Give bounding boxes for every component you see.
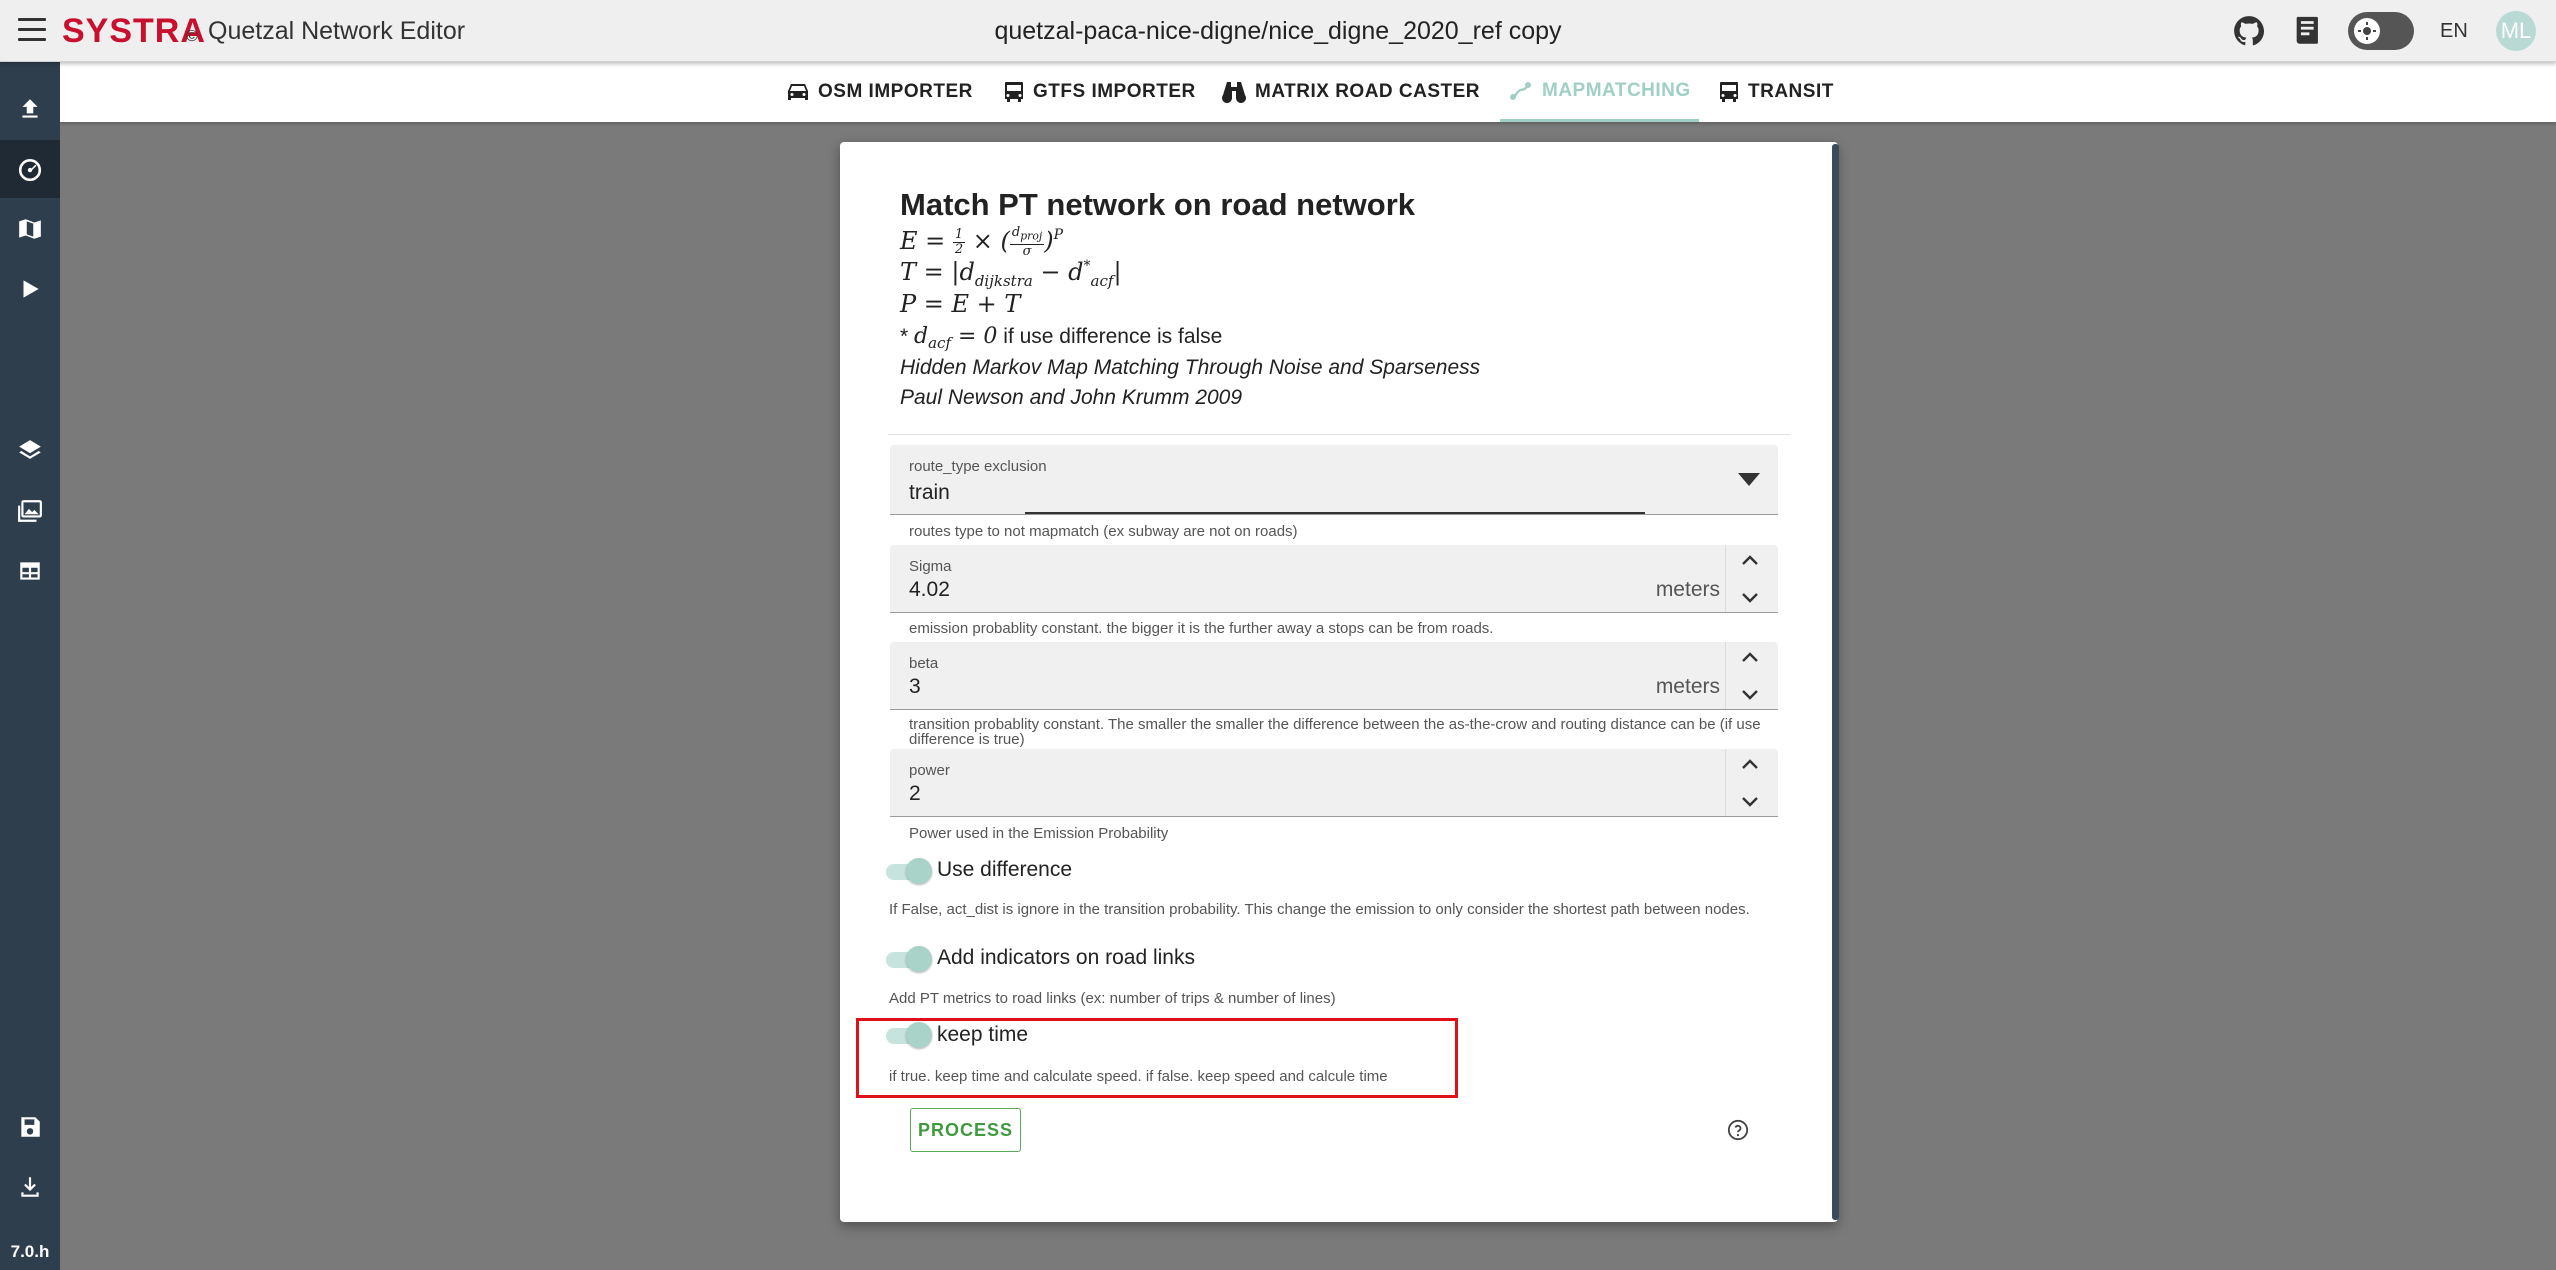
download-icon bbox=[21, 1177, 39, 1197]
power-value: 2 bbox=[909, 782, 921, 805]
beta-input[interactable]: beta 3 meters bbox=[890, 642, 1778, 710]
beta-unit: meters bbox=[1655, 675, 1720, 698]
process-button[interactable]: PROCESS bbox=[910, 1108, 1021, 1152]
avatar[interactable]: ML bbox=[2496, 11, 2536, 51]
power-hint: Power used in the Emission Probability bbox=[909, 825, 1169, 842]
chevron-down-icon[interactable] bbox=[1738, 682, 1762, 706]
rail-item-import[interactable] bbox=[0, 80, 60, 138]
highlight-box bbox=[856, 1018, 1458, 1098]
help-icon[interactable] bbox=[1727, 1119, 1749, 1141]
language-selector[interactable]: EN bbox=[2440, 20, 2468, 43]
reference-title: Hidden Markov Map Matching Through Noise… bbox=[900, 356, 1481, 379]
rail-item-map[interactable] bbox=[0, 200, 60, 258]
tab-transit[interactable]: TRANSIT bbox=[1710, 62, 1842, 122]
beta-hint: transition probablity constant. The smal… bbox=[909, 716, 1761, 748]
formula-emission: E = 12 × (dproj σ)P bbox=[900, 225, 1064, 259]
tab-label: OSM IMPORTER bbox=[818, 81, 973, 102]
use-difference-hint: If False, act_dist is ignore in the tran… bbox=[889, 901, 1750, 918]
chevron-down-icon[interactable] bbox=[1738, 473, 1760, 487]
formula-total: P = E + T bbox=[900, 290, 1021, 318]
layers-icon bbox=[19, 440, 41, 459]
app-bar: SYSTRA © Quetzal Network Editor quetzal-… bbox=[0, 0, 2556, 62]
power-label: power bbox=[909, 762, 950, 779]
car-icon bbox=[788, 84, 808, 100]
formula-note-text: if use difference is false bbox=[1003, 325, 1223, 348]
upload-icon bbox=[22, 99, 38, 118]
route-type-label: route_type exclusion bbox=[909, 458, 1047, 475]
docs-book-icon[interactable] bbox=[2291, 14, 2325, 48]
use-difference-label: Use difference bbox=[937, 858, 1073, 881]
chevron-up-icon[interactable] bbox=[1738, 753, 1762, 777]
reference-authors: Paul Newson and John Krumm 2009 bbox=[900, 386, 1243, 409]
github-icon[interactable] bbox=[2232, 14, 2266, 48]
tab-mapmatching[interactable]: MAPMATCHING bbox=[1500, 62, 1699, 122]
project-title: quetzal-paca-nice-digne/nice_digne_2020_… bbox=[994, 17, 1562, 45]
tool-tabs: OSM IMPORTER GTFS IMPORTER MATRIX ROAD C… bbox=[60, 62, 2556, 122]
dialog-scrollbar[interactable] bbox=[1832, 144, 1839, 1220]
tab-label: MATRIX ROAD CASTER bbox=[1255, 81, 1481, 102]
tab-label: MAPMATCHING bbox=[1542, 79, 1691, 101]
tab-gtfs-importer[interactable]: GTFS IMPORTER bbox=[995, 62, 1204, 122]
table-icon bbox=[20, 562, 40, 580]
beta-value: 3 bbox=[909, 675, 921, 698]
save-icon bbox=[21, 1117, 40, 1137]
systra-logo: SYSTRA bbox=[62, 12, 206, 50]
formula-transition: T = |ddijkstra − d*acf| bbox=[900, 258, 1122, 290]
sun-icon bbox=[2354, 18, 2380, 44]
sigma-value: 4.02 bbox=[909, 578, 950, 601]
tab-osm-importer[interactable]: OSM IMPORTER bbox=[778, 62, 981, 122]
rail-item-layers[interactable] bbox=[0, 422, 60, 480]
rail-item-images[interactable] bbox=[0, 482, 60, 540]
sigma-unit: meters bbox=[1655, 578, 1720, 601]
bus-icon bbox=[1005, 82, 1023, 102]
chevron-down-icon[interactable] bbox=[1738, 585, 1762, 609]
speedometer-icon bbox=[18, 159, 42, 182]
sigma-label: Sigma bbox=[909, 558, 952, 575]
beta-label: beta bbox=[909, 655, 939, 672]
rail-item-run[interactable] bbox=[0, 260, 60, 318]
power-input[interactable]: power 2 bbox=[890, 749, 1778, 817]
use-difference-switch[interactable] bbox=[886, 858, 934, 884]
chevron-up-icon[interactable] bbox=[1738, 549, 1762, 573]
copyright-mark: © bbox=[186, 28, 198, 45]
rail-item-download[interactable] bbox=[0, 1158, 60, 1216]
route-type-value: train bbox=[909, 481, 950, 504]
sigma-hint: emission probablity constant. the bigger… bbox=[909, 620, 1494, 637]
nav-rail: 7.0.h bbox=[0, 62, 60, 1270]
version-label: 7.0.h bbox=[10, 1242, 50, 1261]
menu-icon[interactable] bbox=[18, 18, 46, 42]
theme-toggle[interactable] bbox=[2348, 12, 2414, 50]
rail-item-tables[interactable] bbox=[0, 542, 60, 600]
play-icon bbox=[23, 280, 39, 298]
binoculars-icon bbox=[1222, 82, 1246, 103]
map-icon bbox=[19, 219, 41, 239]
images-icon bbox=[18, 500, 42, 522]
app-name: Quetzal Network Editor bbox=[208, 17, 466, 45]
route-type-hint: routes type to not mapmatch (ex subway a… bbox=[909, 523, 1298, 540]
select-underline bbox=[1025, 512, 1645, 514]
sigma-input[interactable]: Sigma 4.02 meters bbox=[890, 545, 1778, 613]
bus-icon bbox=[1720, 82, 1738, 102]
tab-matrix-road-caster[interactable]: MATRIX ROAD CASTER bbox=[1213, 62, 1488, 122]
formula-note: * dacf = 0 if use difference is false bbox=[900, 324, 1223, 352]
rail-item-save[interactable] bbox=[0, 1098, 60, 1156]
tab-label: TRANSIT bbox=[1748, 81, 1834, 102]
rail-item-dashboard[interactable] bbox=[0, 140, 60, 198]
route-icon bbox=[1510, 81, 1531, 100]
add-indicators-hint: Add PT metrics to road links (ex: number… bbox=[889, 990, 1336, 1007]
add-indicators-label: Add indicators on road links bbox=[937, 946, 1195, 969]
chevron-down-icon[interactable] bbox=[1738, 789, 1762, 813]
chevron-up-icon[interactable] bbox=[1738, 646, 1762, 670]
tab-label: GTFS IMPORTER bbox=[1033, 81, 1196, 102]
divider bbox=[888, 434, 1790, 435]
add-indicators-switch[interactable] bbox=[886, 946, 934, 972]
dialog-title: Match PT network on road network bbox=[900, 187, 1415, 222]
route-type-select[interactable]: route_type exclusion train bbox=[890, 445, 1778, 515]
